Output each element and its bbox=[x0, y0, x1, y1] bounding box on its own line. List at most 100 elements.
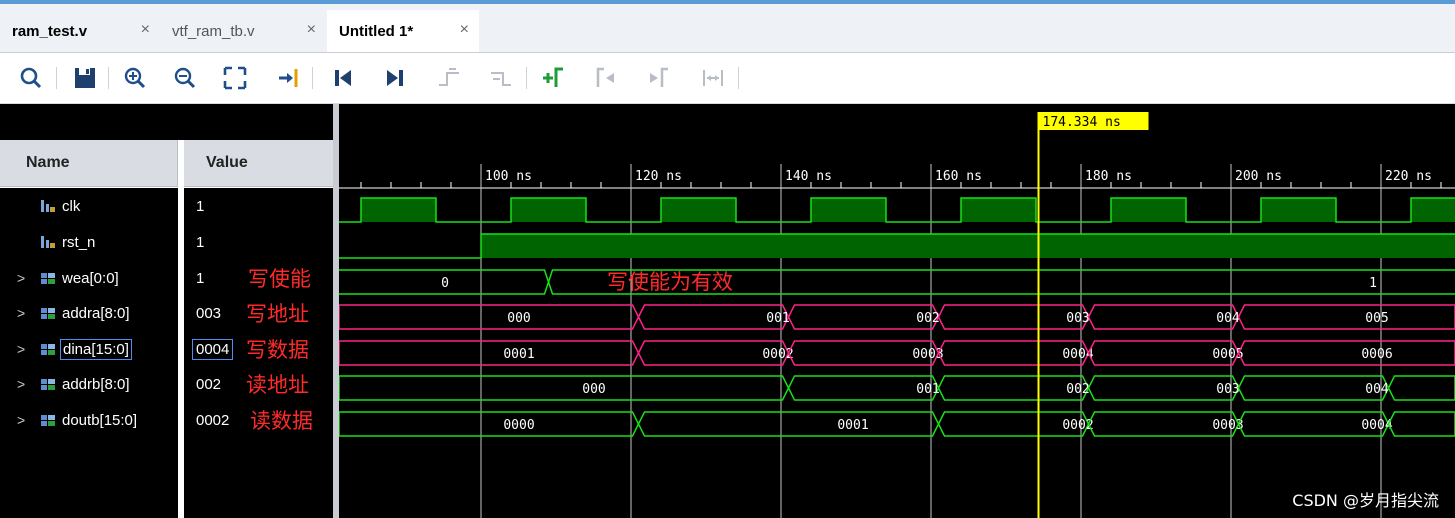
ruler-tick-label: 120 ns bbox=[635, 169, 682, 184]
tab-label: ram_test.v bbox=[12, 22, 88, 40]
signal-name: wea[0:0] bbox=[62, 269, 119, 287]
clk-high-phase bbox=[361, 198, 436, 222]
bit-signal-icon bbox=[41, 200, 55, 212]
zoom-out-icon[interactable] bbox=[172, 65, 198, 91]
signal-row-wea[interactable]: > wea[0:0] bbox=[0, 263, 178, 293]
goto-start-icon[interactable] bbox=[330, 65, 356, 91]
addrb-segment bbox=[1387, 375, 1455, 401]
signal-value: 003 bbox=[196, 304, 222, 322]
chevron-right-icon[interactable]: > bbox=[17, 376, 25, 392]
addra-value-label: 002 bbox=[916, 311, 939, 326]
addrb-value-label: 001 bbox=[916, 382, 939, 397]
toolbar-separator bbox=[56, 67, 57, 89]
bus-signal-icon bbox=[41, 308, 55, 319]
signal-row-addra[interactable]: > addra[8:0] bbox=[0, 298, 178, 328]
chevron-right-icon[interactable]: > bbox=[17, 341, 25, 357]
signal-row-clk[interactable]: clk bbox=[0, 191, 178, 221]
ruler-tick-label: 160 ns bbox=[935, 169, 982, 184]
close-icon[interactable]: × bbox=[460, 21, 469, 39]
zoom-fit-icon[interactable] bbox=[222, 65, 248, 91]
dina-value-label: 0006 bbox=[1361, 347, 1392, 362]
doutb-segment bbox=[339, 411, 640, 437]
save-icon[interactable] bbox=[72, 65, 98, 91]
signal-name: doutb[15:0] bbox=[62, 411, 138, 429]
search-icon[interactable] bbox=[18, 65, 44, 91]
zoom-in-icon[interactable] bbox=[122, 65, 148, 91]
wea-value-label: 1 bbox=[1369, 276, 1377, 291]
name-column-header[interactable]: Name bbox=[0, 140, 178, 187]
tab-vtf-ram-tb[interactable]: vtf_ram_tb.v × bbox=[160, 10, 326, 52]
chevron-right-icon[interactable]: > bbox=[17, 305, 25, 321]
signal-value-row: 0004 写数据 bbox=[184, 334, 333, 364]
signal-value-row: 1 写使能 bbox=[184, 263, 333, 293]
next-marker-icon[interactable] bbox=[646, 65, 672, 91]
clk-high-phase bbox=[511, 198, 586, 222]
signal-value-row: 1 bbox=[184, 191, 333, 221]
annotation-label: 读数据 bbox=[250, 409, 313, 433]
ruler-tick-label: 100 ns bbox=[485, 169, 532, 184]
clk-high-phase bbox=[811, 198, 886, 222]
close-icon[interactable]: × bbox=[307, 21, 316, 39]
clk-high-phase bbox=[1411, 198, 1455, 222]
clk-high-phase bbox=[1111, 198, 1186, 222]
signal-row-rst_n[interactable]: rst_n bbox=[0, 227, 178, 257]
addrb-value-label: 003 bbox=[1216, 382, 1239, 397]
chevron-right-icon[interactable]: > bbox=[17, 270, 25, 286]
dina-segment bbox=[1237, 340, 1455, 366]
signal-name: dina[15:0] bbox=[60, 338, 132, 360]
annotation-label: 写地址 bbox=[246, 302, 309, 326]
editor-tab-bar: ram_test.v × vtf_ram_tb.v × Untitled 1* … bbox=[0, 4, 1455, 53]
doutb-value-label: 0001 bbox=[837, 418, 868, 433]
signal-value: 1 bbox=[196, 233, 205, 251]
tab-untitled-1[interactable]: Untitled 1* × bbox=[327, 10, 479, 52]
bus-signal-icon bbox=[41, 273, 55, 284]
toolbar-separator bbox=[312, 67, 313, 89]
signal-name: addrb[8:0] bbox=[62, 375, 130, 393]
goto-end-icon[interactable] bbox=[382, 65, 408, 91]
tab-ram-test[interactable]: ram_test.v × bbox=[0, 10, 160, 52]
next-transition-icon[interactable] bbox=[488, 65, 514, 91]
annotation-label: 写使能 bbox=[248, 267, 311, 291]
signal-name: addra[8:0] bbox=[62, 304, 130, 322]
signal-value: 1 bbox=[196, 269, 205, 287]
doutb-segment bbox=[637, 411, 940, 437]
addra-segment bbox=[1237, 304, 1455, 330]
signal-value-list: 1 1 1 写使能 003 写地址 0004 写数据 002 读地址 0002 读数据 bbox=[184, 188, 333, 518]
signal-value-row: 002 读地址 bbox=[184, 369, 333, 399]
chevron-right-icon[interactable]: > bbox=[17, 412, 25, 428]
wea-waveform-complement bbox=[339, 269, 1455, 295]
doutb-value-label: 0000 bbox=[503, 418, 534, 433]
doutb-value-label: 0004 bbox=[1361, 418, 1392, 433]
toolbar-separator bbox=[526, 67, 527, 89]
signal-row-dina[interactable]: > dina[15:0] bbox=[0, 334, 178, 364]
signal-value-row: 003 写地址 bbox=[184, 298, 333, 328]
swap-cursors-icon[interactable] bbox=[700, 65, 726, 91]
tab-label: vtf_ram_tb.v bbox=[172, 22, 255, 40]
toolbar-separator bbox=[738, 67, 739, 89]
value-column-header[interactable]: Value bbox=[184, 140, 333, 187]
addra-value-label: 005 bbox=[1365, 311, 1388, 326]
waveform-canvas[interactable]: 100 ns 120 ns 140 ns 160 ns 180 ns 200 ns 220 … bbox=[339, 104, 1455, 518]
waveform-toolbar bbox=[0, 53, 1455, 104]
signal-name: rst_n bbox=[62, 233, 96, 251]
annotation-label: 写数据 bbox=[246, 338, 309, 362]
close-icon[interactable]: × bbox=[141, 21, 150, 39]
signal-name: clk bbox=[62, 197, 81, 215]
signal-panel-top bbox=[0, 104, 333, 140]
tab-label: Untitled 1* bbox=[339, 22, 414, 40]
addrb-segment bbox=[339, 375, 790, 401]
signal-value: 1 bbox=[196, 197, 205, 215]
watermark: CSDN @岁月指尖流 bbox=[1292, 491, 1439, 510]
goto-cursor-icon[interactable] bbox=[276, 65, 302, 91]
previous-marker-icon[interactable] bbox=[594, 65, 620, 91]
signal-row-addrb[interactable]: > addrb[8:0] bbox=[0, 369, 178, 399]
add-marker-icon[interactable] bbox=[540, 65, 566, 91]
waveform-svg[interactable]: 100 ns 120 ns 140 ns 160 ns 180 ns 200 ns 220 … bbox=[339, 104, 1455, 518]
signal-row-doutb[interactable]: > doutb[15:0] bbox=[0, 405, 178, 435]
addra-value-label: 003 bbox=[1066, 311, 1089, 326]
bus-signal-icon bbox=[41, 344, 55, 355]
clk-high-phase bbox=[1261, 198, 1336, 222]
signal-value: 002 bbox=[196, 375, 222, 393]
previous-transition-icon[interactable] bbox=[436, 65, 462, 91]
signal-value-row: 0002 读数据 bbox=[184, 405, 333, 435]
